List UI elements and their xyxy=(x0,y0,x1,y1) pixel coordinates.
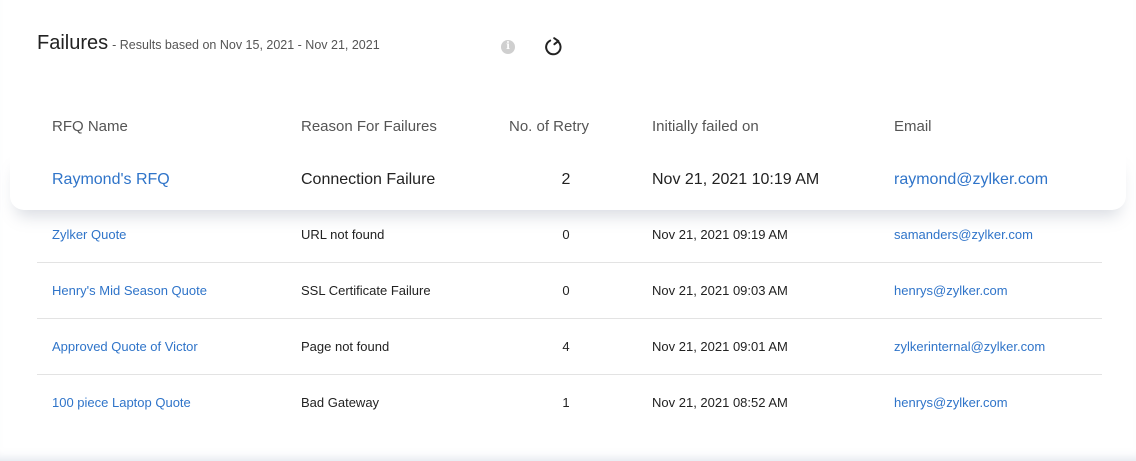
table-row[interactable]: Approved Quote of Victor Page not found … xyxy=(0,319,1136,374)
failure-reason: URL not found xyxy=(301,227,385,242)
rfq-name-link[interactable]: Raymond's RFQ xyxy=(52,171,170,189)
email-link[interactable]: henrys@zylker.com xyxy=(894,283,1008,298)
failed-on-date: Nov 21, 2021 09:03 AM xyxy=(652,283,788,298)
table-row[interactable]: Henry's Mid Season Quote SSL Certificate… xyxy=(0,263,1136,318)
retry-count: 0 xyxy=(562,227,570,242)
failures-card: Failures - Results based on Nov 15, 2021… xyxy=(0,0,1136,461)
table-row[interactable]: Zylker Quote URL not found 0 Nov 21, 202… xyxy=(0,210,1136,262)
retry-count: 0 xyxy=(562,283,570,298)
email-link[interactable]: henrys@zylker.com xyxy=(894,395,1008,410)
failure-reason: Page not found xyxy=(301,339,390,354)
failure-reason: SSL Certificate Failure xyxy=(301,283,431,298)
column-header-rfq-name: RFQ Name xyxy=(52,118,128,135)
date-range-subtitle: - Results based on Nov 15, 2021 - Nov 21… xyxy=(112,38,380,52)
failed-on-date: Nov 21, 2021 09:01 AM xyxy=(652,339,788,354)
email-link[interactable]: raymond@zylker.com xyxy=(894,171,1048,189)
email-link[interactable]: zylkerinternal@zylker.com xyxy=(894,339,1045,354)
retry-count: 4 xyxy=(562,339,570,354)
page-title: Failures xyxy=(37,32,109,54)
rfq-name-link[interactable]: Henry's Mid Season Quote xyxy=(52,283,207,298)
rfq-name-link[interactable]: Zylker Quote xyxy=(52,227,126,242)
retry-count: 1 xyxy=(562,395,570,410)
table-row[interactable]: Raymond's RFQ Connection Failure 2 Nov 2… xyxy=(0,152,1136,210)
failed-on-date: Nov 21, 2021 08:52 AM xyxy=(652,395,788,410)
failed-on-date: Nov 21, 2021 09:19 AM xyxy=(652,227,788,242)
email-link[interactable]: samanders@zylker.com xyxy=(894,227,1033,242)
retry-count: 2 xyxy=(561,171,571,188)
info-icon[interactable]: i xyxy=(501,40,515,54)
rfq-name-link[interactable]: Approved Quote of Victor xyxy=(52,339,198,354)
column-header-reason: Reason For Failures xyxy=(301,118,437,135)
failure-reason: Connection Failure xyxy=(301,171,436,188)
failed-on-date: Nov 21, 2021 10:19 AM xyxy=(652,171,820,188)
column-header-failed-on: Initially failed on xyxy=(652,118,759,135)
column-header-retry: No. of Retry xyxy=(509,118,590,135)
table-row[interactable]: 100 piece Laptop Quote Bad Gateway 1 Nov… xyxy=(0,375,1136,430)
column-header-email: Email xyxy=(894,118,932,135)
card-header: Failures - Results based on Nov 15, 2021… xyxy=(37,32,380,62)
failure-reason: Bad Gateway xyxy=(301,395,380,410)
refresh-icon[interactable] xyxy=(542,36,564,58)
rfq-name-link[interactable]: 100 piece Laptop Quote xyxy=(52,395,191,410)
